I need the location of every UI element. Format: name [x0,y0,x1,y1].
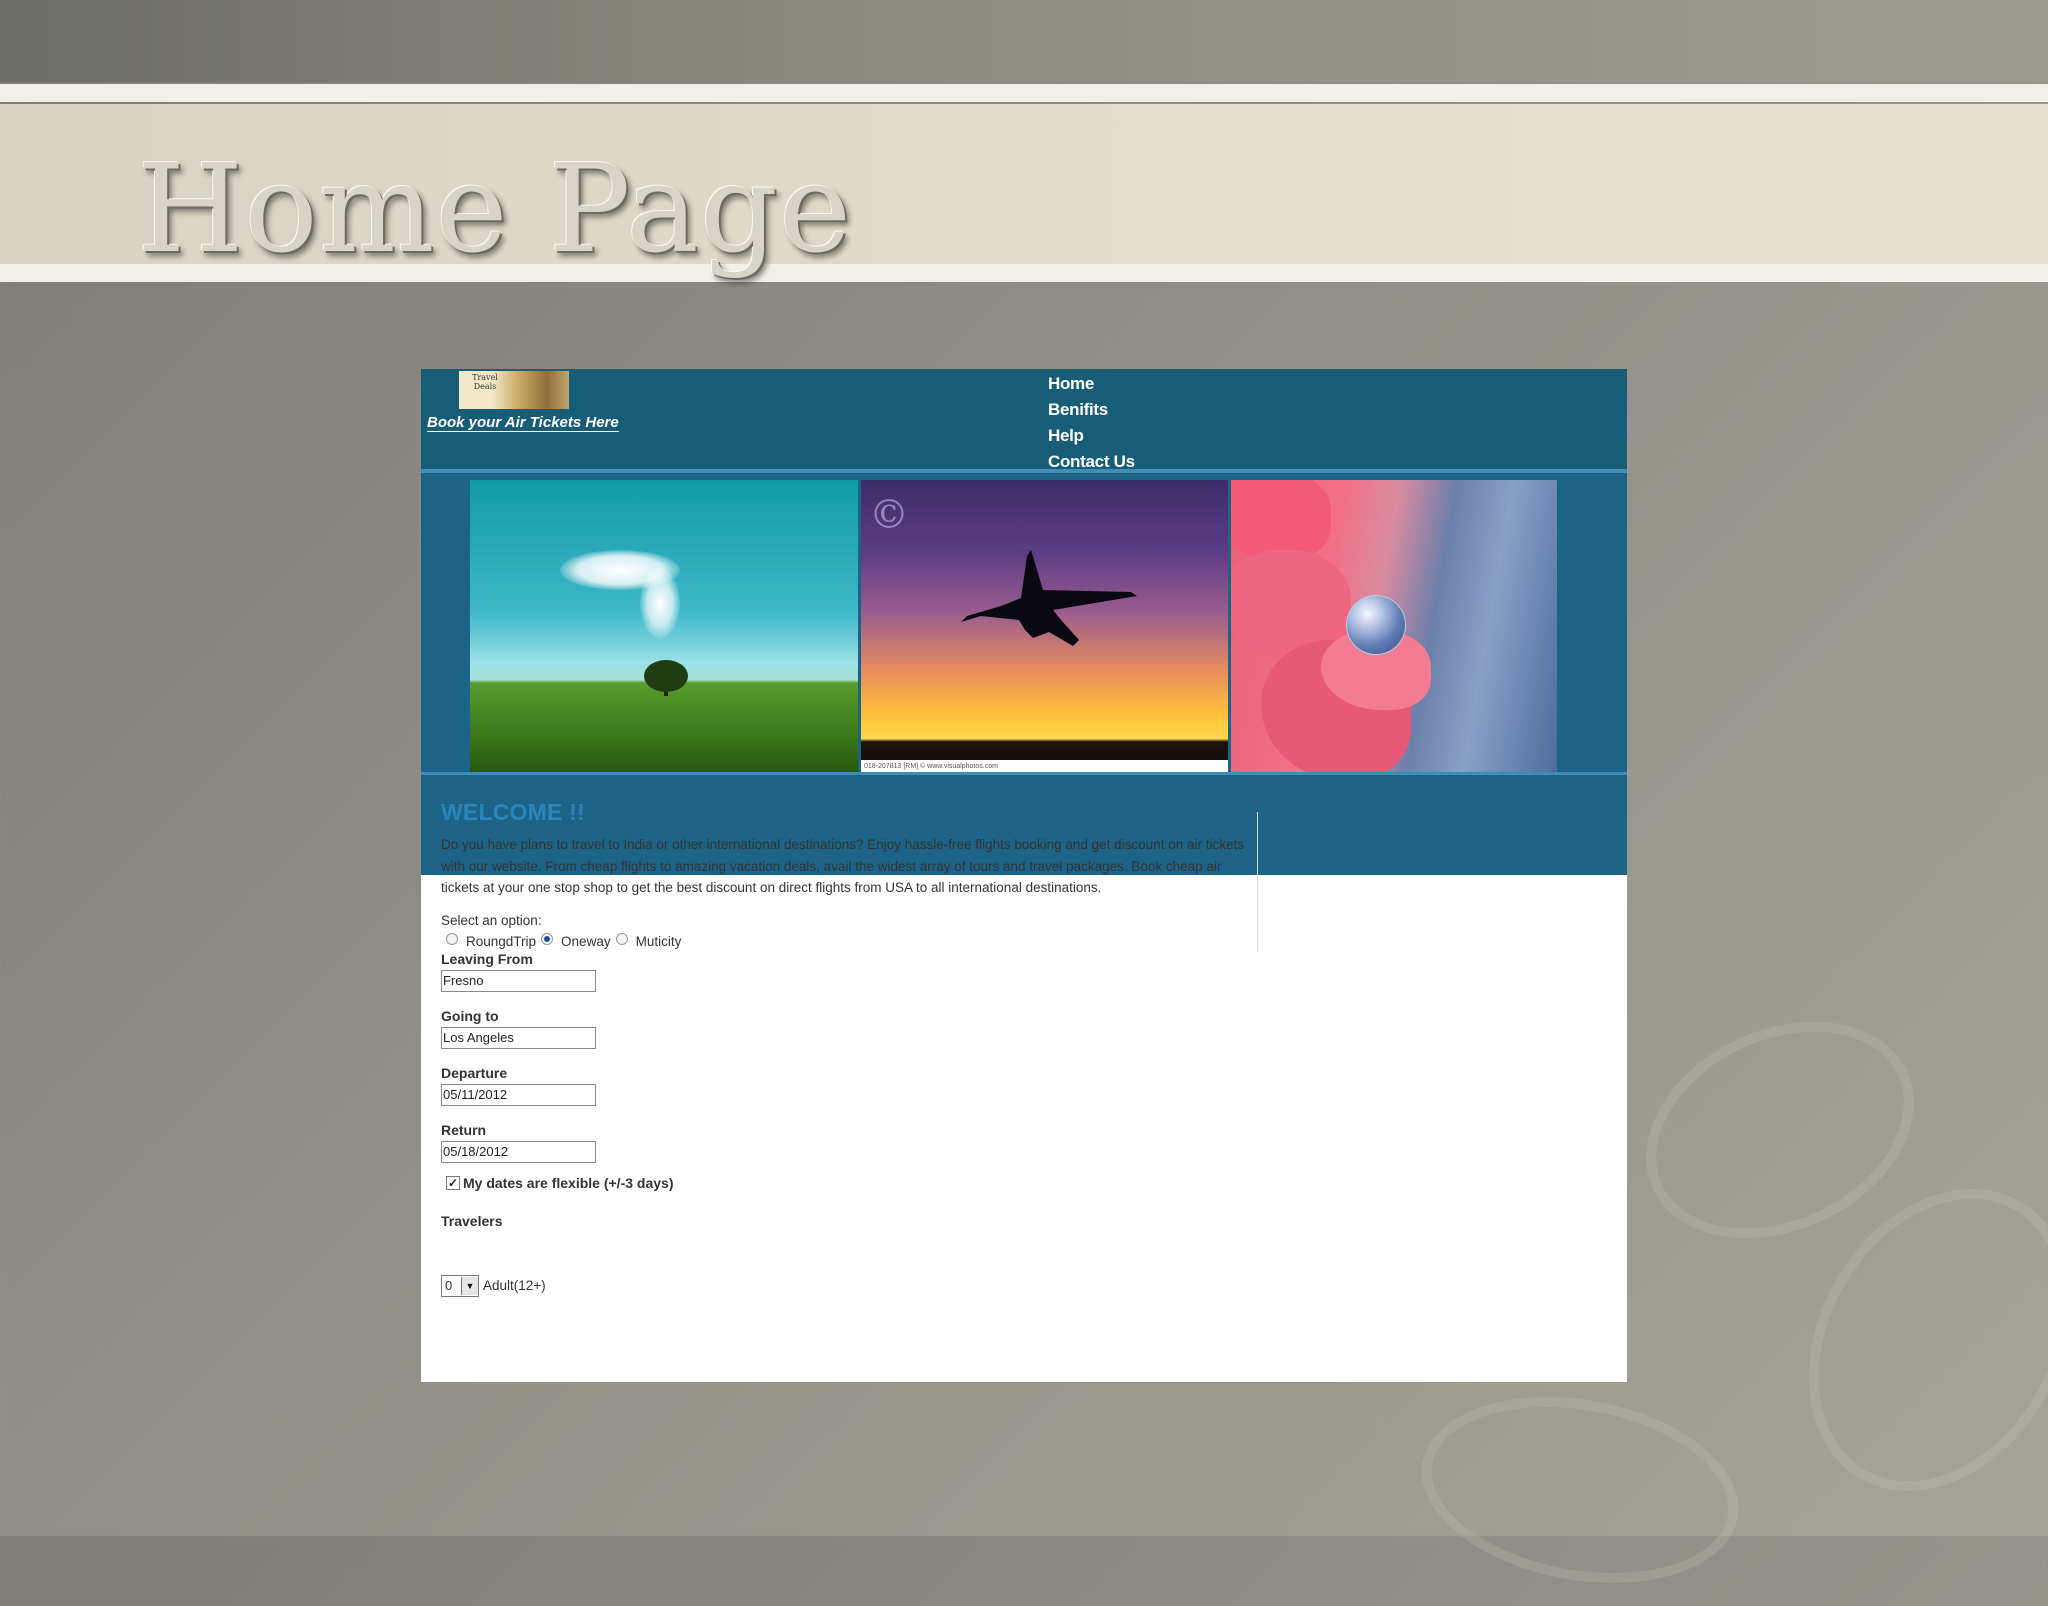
adult-label: Adult(12+) [483,1278,546,1293]
going-to-label: Going to [441,1007,499,1024]
departure-label: Departure [441,1064,508,1081]
trip-type-radio-group: RoungdTrip Oneway Muticity [441,933,1261,949]
main-nav: Home Benifits Help Contact Us [1048,371,1135,475]
return-group: Return [441,1122,1261,1163]
leaving-from-label: Leaving From [441,950,533,967]
main-content: WELCOME !! Do you have plans to travel t… [441,799,1261,1297]
logo-text: Travel Deals [472,373,498,391]
radio-oneway-label: Oneway [561,933,611,949]
return-label: Return [441,1121,487,1138]
radio-multicity[interactable] [615,933,628,945]
hero-photo-field [470,480,858,774]
return-date-input[interactable] [441,1140,596,1163]
website-screenshot: Travel Deals Book your Air Tickets Here … [421,369,1627,1382]
welcome-heading: WELCOME !! [441,799,585,825]
nav-home[interactable]: Home [1048,371,1135,397]
site-logo[interactable]: Travel Deals [459,371,569,409]
chevron-down-icon[interactable]: ▼ [461,1276,478,1295]
nav-help[interactable]: Help [1048,423,1135,449]
flexible-dates-checkbox[interactable]: ✓ [446,1175,460,1190]
departure-group: Departure [441,1065,1261,1106]
water-drop [1346,595,1406,655]
cloud [640,568,680,638]
site-tagline: Book your Air Tickets Here [427,414,619,432]
radio-oneway[interactable] [541,933,554,945]
slide-divider-top [0,84,2048,102]
leaving-from-group: Leaving From [441,951,1261,992]
flexible-dates-row: ✓ My dates are flexible (+/-3 days) [446,1175,1261,1191]
petal [1231,480,1331,560]
leaving-from-input[interactable] [441,969,596,992]
travelers-label: Travelers [441,1212,503,1229]
slide-title: Home Page [137,138,853,280]
flexible-dates-label: My dates are flexible (+/-3 days) [463,1174,674,1191]
hero-photo-airplane: © 018-207813 [RM] © www.visualphotos.com [861,480,1228,774]
banner-bottom-border [421,772,1627,775]
going-to-input[interactable] [441,1026,596,1049]
adult-count-value: 0 [445,1278,453,1293]
adult-count-select[interactable]: 0 ▼ [441,1274,479,1297]
copyright-watermark-icon: © [869,492,909,538]
slide-top-band [0,0,2048,82]
radio-roundtrip[interactable] [446,933,458,945]
site-header: Travel Deals Book your Air Tickets Here … [421,369,1627,471]
intro-paragraph: Do you have plans to travel to India or … [441,837,1244,895]
tree [644,660,688,692]
banner-top-border [421,469,1627,473]
radio-multicity-label: Muticity [635,933,682,949]
trip-type-label: Select an option: [441,912,542,928]
departure-date-input[interactable] [441,1083,596,1106]
radio-roundtrip-label: RoungdTrip [466,933,537,949]
decorative-leaf [1406,1373,1754,1606]
going-to-group: Going to [441,1008,1261,1049]
hero-photo-flower [1231,480,1557,774]
airplane-icon [961,550,1137,646]
nav-benifits[interactable]: Benifits [1048,397,1135,423]
adults-row: 0 ▼ Adult(12+) [441,1274,1261,1297]
